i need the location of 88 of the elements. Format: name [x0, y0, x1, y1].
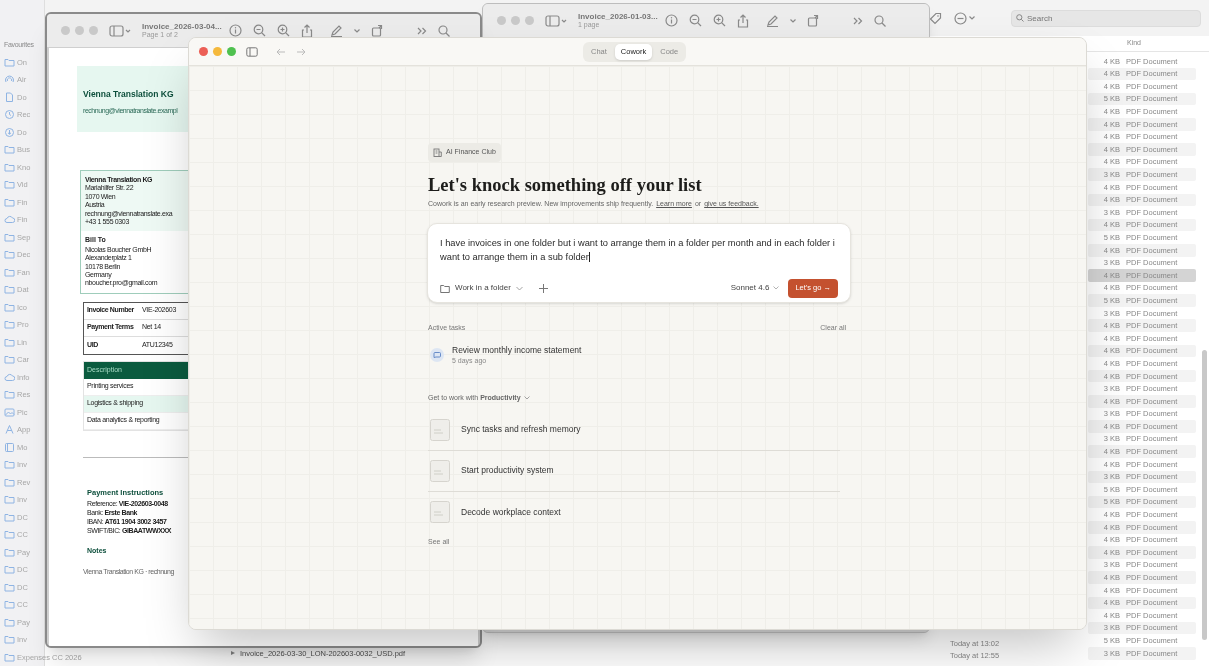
chat-bubble-icon — [430, 348, 444, 363]
folder-icon — [440, 283, 450, 293]
folder-icon — [4, 651, 15, 663]
folder-icon — [4, 634, 15, 646]
folder-icon — [4, 494, 15, 506]
suggestion-item[interactable]: Decode workplace context — [428, 491, 840, 533]
pen-icon[interactable] — [330, 24, 343, 37]
task-title: Review monthly income statement — [452, 345, 582, 357]
folder-icon — [4, 196, 15, 208]
zoom-in-icon[interactable] — [277, 24, 290, 37]
action-menu-button[interactable] — [954, 11, 975, 25]
prompt-field[interactable]: I have invoices in one folder but i want to arrange them in a folder per month and in each folder i want to arrange them in a sub folder — [440, 235, 838, 266]
text-cursor — [588, 252, 590, 263]
folder-icon — [4, 231, 15, 243]
search-field[interactable]: Search — [1011, 9, 1201, 27]
clock-icon — [4, 109, 15, 121]
minimize-button[interactable] — [213, 47, 222, 56]
search-icon — [1016, 14, 1024, 22]
chevron-down-icon — [515, 285, 523, 291]
zoom-out-icon[interactable] — [253, 24, 266, 37]
chevron-down-icon[interactable] — [354, 28, 360, 33]
share-icon[interactable] — [737, 13, 749, 28]
folder-icon — [4, 616, 15, 628]
info-icon[interactable] — [229, 24, 242, 37]
close-button[interactable] — [199, 47, 208, 56]
folder-icon — [4, 476, 15, 488]
sidebar-toggle-icon[interactable] — [545, 14, 567, 27]
forward-arrow-icon[interactable] — [296, 47, 306, 56]
disclosure-triangle-icon — [230, 650, 236, 657]
suggestion-item[interactable]: Start productivity system — [428, 450, 840, 492]
folder-icon — [4, 249, 15, 261]
folder-icon — [4, 56, 15, 68]
sidebar-toggle-icon[interactable] — [246, 46, 258, 57]
zoom-out-icon[interactable] — [689, 14, 702, 27]
folder-icon — [4, 144, 15, 156]
folder-icon — [4, 284, 15, 296]
search-icon[interactable] — [874, 14, 886, 27]
cloud-icon — [4, 371, 15, 383]
folder-icon — [4, 336, 15, 348]
building-icon — [433, 148, 442, 157]
scrollbar-thumb[interactable] — [1202, 350, 1207, 640]
apps-icon — [4, 424, 15, 436]
sidebar-toggle-icon[interactable] — [109, 24, 131, 37]
film-icon — [4, 441, 15, 453]
company-name: Vienna Translation KG — [83, 88, 175, 101]
document-icon — [430, 459, 450, 482]
folder-icon — [4, 581, 15, 593]
folder-icon — [4, 564, 15, 576]
work-in-folder-button[interactable]: Work in a folder — [440, 282, 523, 294]
chevron-down-icon[interactable] — [790, 18, 796, 23]
more-chevrons-icon[interactable] — [417, 26, 427, 35]
folder-icon — [4, 354, 15, 366]
model-picker[interactable]: Sonnet 4.6 — [730, 282, 780, 294]
folder-icon — [4, 179, 15, 191]
info-icon[interactable] — [665, 14, 678, 27]
folder-icon — [4, 459, 15, 471]
chevron-down-icon[interactable] — [523, 396, 530, 401]
folder-icon — [4, 319, 15, 331]
chevron-down-icon — [773, 286, 780, 290]
document-icon — [430, 418, 450, 441]
rotate-icon[interactable] — [371, 24, 384, 37]
zoom-button[interactable] — [227, 47, 236, 56]
more-circle-icon — [954, 11, 967, 25]
download-icon — [4, 126, 15, 138]
folder-icon — [4, 599, 15, 611]
pen-icon[interactable] — [766, 14, 779, 27]
document-icon — [4, 91, 15, 103]
suggestion-item[interactable]: Sync tasks and refresh memory — [428, 409, 840, 451]
folder-icon — [4, 389, 15, 401]
plus-icon[interactable] — [538, 283, 548, 293]
cloud-icon — [4, 214, 15, 226]
tag-icon[interactable] — [929, 11, 942, 25]
share-icon[interactable] — [301, 23, 313, 38]
folder-icon — [4, 529, 15, 541]
search-icon[interactable] — [438, 24, 450, 37]
photo-icon — [4, 406, 15, 418]
rotate-icon[interactable] — [807, 14, 820, 27]
folder-icon — [4, 266, 15, 278]
document-icon — [430, 501, 450, 524]
zoom-in-icon[interactable] — [713, 14, 726, 27]
more-chevrons-icon[interactable] — [853, 16, 863, 25]
folder-icon — [4, 511, 15, 523]
back-arrow-icon[interactable] — [276, 47, 286, 56]
folder-icon — [4, 546, 15, 558]
chevron-down-icon — [969, 16, 975, 20]
folder-icon — [4, 301, 15, 313]
folder-icon — [4, 161, 15, 173]
page-heading: Let's knock something off your list — [428, 174, 703, 197]
